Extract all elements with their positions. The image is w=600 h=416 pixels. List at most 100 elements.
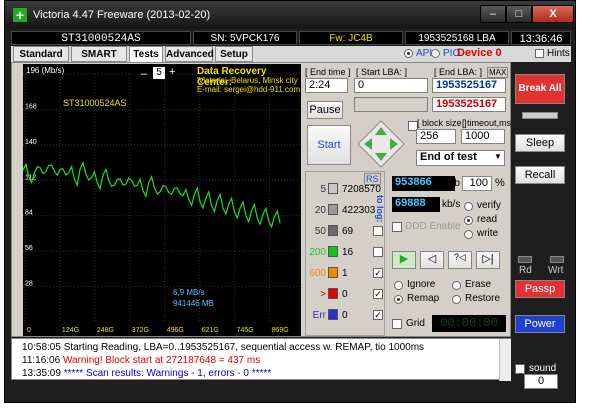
- right-panel: Break All Sleep Recall Rd Wrt Passp Powe…: [512, 62, 571, 402]
- play-button[interactable]: ▶: [392, 251, 416, 269]
- x-tick-label: 745G: [237, 327, 254, 334]
- pause-button[interactable]: Pause: [307, 101, 343, 119]
- close-button[interactable]: X: [532, 5, 574, 23]
- api-radio[interactable]: [404, 49, 413, 58]
- end-lba-secondary[interactable]: 1953525167: [432, 97, 506, 112]
- tab-tests[interactable]: Tests: [129, 46, 163, 62]
- start-button[interactable]: Start: [307, 125, 351, 165]
- wrt-indicator: [550, 256, 564, 263]
- zoom-value[interactable]: 5: [153, 67, 165, 79]
- block-log-checkbox[interactable]: ✓: [373, 310, 383, 320]
- lba-capacity: 1953525168 LBA (~931 GB): [405, 31, 509, 58]
- clock: 13:36:46: [511, 31, 571, 45]
- app-window: + Victoria 4.47 Freeware (2013-02-20) – …: [4, 0, 576, 403]
- speed-graph: 168 140 112 84 56 28 0 124G 248G 372G 496G 621G 745…: [23, 64, 301, 336]
- skip-icon: ?◁: [454, 252, 466, 262]
- x-tick-labels: 0 124G 248G 372G 496G 621G 745G 869G: [27, 327, 289, 334]
- end-time-input[interactable]: 2:24: [305, 78, 348, 93]
- log-message: Starting Reading, LBA=0..1953525167, seq…: [63, 342, 425, 353]
- maximize-button[interactable]: □: [506, 5, 532, 23]
- erase-label: Erase: [465, 279, 492, 290]
- tab-smart[interactable]: SMART: [71, 46, 127, 62]
- x-tick-label: 124G: [62, 327, 79, 334]
- end-button[interactable]: ▷|: [476, 251, 500, 269]
- grid-lines: [23, 73, 301, 322]
- end-lba-label: [ End LBA: ]: [434, 67, 483, 77]
- log-panel: 10:58:05 Starting Reading, LBA=0..195352…: [11, 338, 511, 381]
- hints-checkbox[interactable]: [535, 49, 544, 58]
- end-lba-max-button[interactable]: MAX: [487, 67, 509, 78]
- zoom-plus-button[interactable]: +: [169, 66, 175, 78]
- verify-radio[interactable]: [464, 202, 473, 211]
- erase-radio[interactable]: [452, 281, 461, 290]
- pio-radio[interactable]: [431, 49, 440, 58]
- indicator-light: [522, 112, 558, 119]
- tab-standard[interactable]: Standard: [13, 46, 69, 62]
- tab-setup[interactable]: Setup: [215, 46, 253, 62]
- block-label: 600: [309, 268, 326, 279]
- block-log-checkbox[interactable]: [373, 226, 383, 236]
- rd-indicator: [518, 256, 532, 263]
- block-log-checkbox[interactable]: ✓: [373, 289, 383, 299]
- restore-radio[interactable]: [452, 295, 461, 304]
- remap-radio[interactable]: [394, 295, 403, 304]
- block-count: 0: [342, 310, 348, 321]
- graph-drive-label: ST31000524AS: [63, 98, 127, 108]
- direction-pad[interactable]: [356, 119, 406, 169]
- y-tick-label: 140: [25, 139, 37, 146]
- timer-display: 00:00:00: [432, 315, 506, 332]
- x-tick-label: 621G: [202, 327, 219, 334]
- log-time: 11:16:06: [22, 355, 63, 366]
- grid-checkbox[interactable]: [392, 319, 402, 329]
- read-radio[interactable]: [464, 216, 473, 225]
- block-count: 0: [342, 289, 348, 300]
- sound-label: sound: [529, 363, 557, 374]
- x-tick-label: 372G: [132, 327, 149, 334]
- sound-value[interactable]: 0: [524, 374, 558, 389]
- write-radio[interactable]: [464, 230, 473, 239]
- remap-label: Remap: [407, 293, 440, 304]
- ddd-enable-checkbox[interactable]: [392, 222, 402, 232]
- x-tick-label: 0: [27, 327, 31, 334]
- progress-percent: 100: [462, 176, 492, 191]
- break-all-button[interactable]: Break All: [515, 74, 565, 104]
- progress-mb-unit: Mb: [446, 178, 460, 189]
- device-label[interactable]: Device 0: [457, 47, 502, 59]
- sound-checkbox[interactable]: [515, 364, 525, 374]
- end-lba-input[interactable]: 1953525167: [432, 78, 506, 93]
- promo-location: 'Victoria', Belarus, Minsk city: [197, 76, 298, 85]
- passp-button[interactable]: Passp: [515, 280, 565, 298]
- power-button[interactable]: Power: [515, 315, 565, 333]
- log-time: 13:35:09: [22, 368, 64, 379]
- minimize-button[interactable]: –: [480, 5, 506, 23]
- end-mode-select[interactable]: End of test: [416, 150, 505, 166]
- block-log-checkbox[interactable]: [373, 247, 383, 257]
- block-label: 5: [320, 184, 326, 195]
- promo-email: E-mail: sergei@hdd-911.com: [197, 85, 301, 94]
- tab-advanced[interactable]: Advanced: [165, 46, 214, 62]
- plus-icon: +: [13, 8, 27, 22]
- back-button[interactable]: ◁: [420, 251, 444, 269]
- end-icon: ▷|: [482, 253, 494, 265]
- block-color-swatch: [328, 309, 338, 320]
- block-size-select[interactable]: 256: [416, 129, 456, 144]
- chevron-down-icon: ▼: [494, 152, 502, 161]
- ignore-radio[interactable]: [394, 281, 403, 290]
- tab-bar: Standard SMART Tests Advanced Setup API …: [11, 46, 571, 62]
- block-log-checkbox[interactable]: ✓: [373, 268, 383, 278]
- block-label: 200: [309, 247, 326, 258]
- block-color-swatch: [328, 267, 338, 278]
- speed-readout: 6,9 MB/s: [173, 288, 205, 297]
- timeout-select[interactable]: 1000: [461, 129, 505, 144]
- log-scrollbar[interactable]: [499, 339, 511, 381]
- block-count: 16: [342, 247, 354, 258]
- size-readout: 941446 MB: [173, 299, 214, 308]
- progress-speed-unit: kb/s: [442, 199, 461, 210]
- y-tick-label: 84: [25, 210, 33, 217]
- sleep-button[interactable]: Sleep: [515, 134, 565, 152]
- start-lba-input[interactable]: 0: [354, 78, 428, 93]
- hints-label: Hints: [547, 48, 570, 59]
- skip-unknown-button[interactable]: ?◁: [448, 251, 472, 269]
- recall-button[interactable]: Recall: [515, 166, 565, 184]
- zoom-minus-button[interactable]: –: [141, 68, 147, 80]
